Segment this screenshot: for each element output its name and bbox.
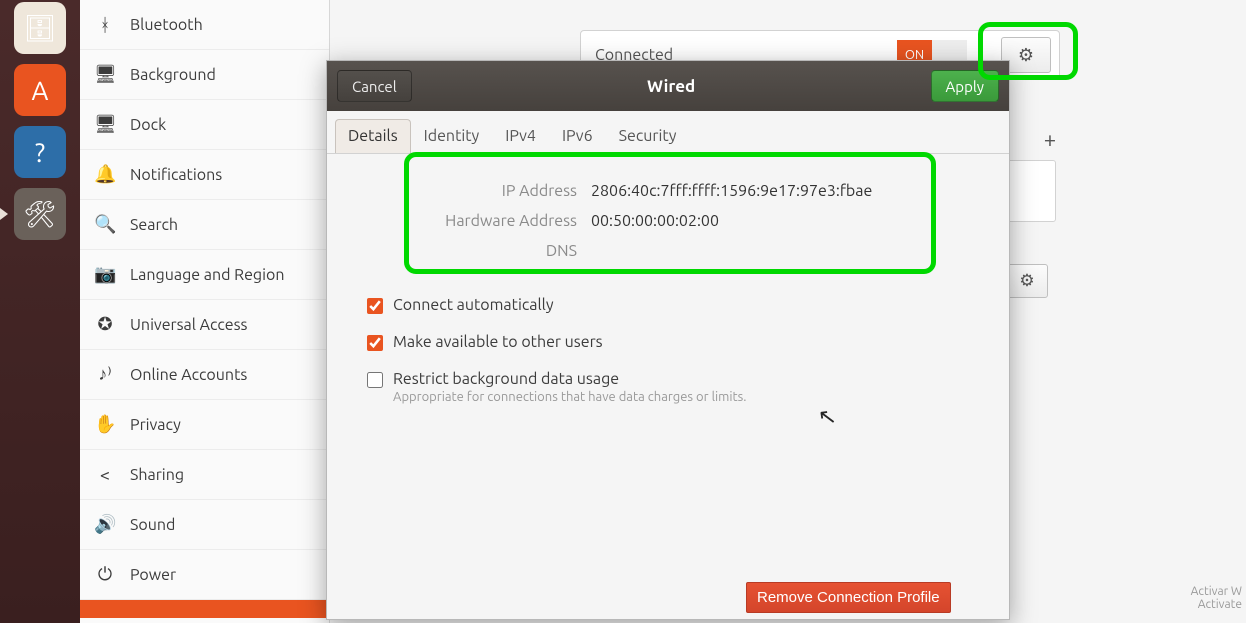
secondary-gear-button[interactable]: ⚙: [1006, 264, 1048, 298]
tab-details[interactable]: Details: [335, 119, 411, 153]
store-icon: A: [32, 76, 49, 105]
sidebar-item-power[interactable]: ⏻ Power: [80, 550, 329, 600]
check-restrict-sub: Appropriate for connections that have da…: [393, 390, 746, 404]
hw-row: Hardware Address 00:50:00:00:02:00: [427, 212, 981, 230]
sidebar-item-language[interactable]: 📷 Language and Region: [80, 250, 329, 300]
check-restrict-box[interactable]: [367, 372, 383, 388]
sidebar-item-universal-access[interactable]: ✪ Universal Access: [80, 300, 329, 350]
gear-icon: ⚙: [1019, 271, 1034, 291]
dock-icon: 🖥: [94, 114, 116, 135]
check-connect-auto[interactable]: Connect automatically: [363, 296, 1009, 317]
remove-connection-button[interactable]: Remove Connection Profile: [746, 582, 951, 613]
sidebar-item-label: Universal Access: [130, 316, 248, 334]
tab-security[interactable]: Security: [606, 119, 690, 153]
dialog-tabs: Details Identity IPv4 IPv6 Security: [327, 111, 1009, 154]
bluetooth-icon: ᚼ: [94, 15, 116, 35]
check-restrict-label: Restrict background data usage Appropria…: [393, 370, 746, 404]
sidebar-item-label: Sharing: [130, 466, 184, 484]
tab-ipv4[interactable]: IPv4: [492, 119, 549, 153]
power-icon: ⏻: [94, 564, 116, 585]
universal-access-icon: ✪: [94, 314, 116, 335]
hw-value: 00:50:00:00:02:00: [591, 212, 719, 230]
ip-value: 2806:40c:7fff:ffff:1596:9e17:97e3:fbae: [591, 182, 872, 200]
dialog-header: Cancel Wired Apply: [327, 61, 1009, 111]
sidebar-item-label: Dock: [130, 116, 166, 134]
ip-row: IP Address 2806:40c:7fff:ffff:1596:9e17:…: [427, 182, 981, 200]
sidebar-item-bluetooth[interactable]: ᚼ Bluetooth: [80, 0, 329, 50]
sidebar-item-dock[interactable]: 🖥 Dock: [80, 100, 329, 150]
launcher-files[interactable]: 🗄: [14, 2, 66, 54]
launcher-help[interactable]: ?: [14, 126, 66, 178]
add-connection-button[interactable]: +: [1035, 126, 1065, 156]
sidebar-item-label: Privacy: [130, 416, 181, 434]
cancel-button[interactable]: Cancel: [337, 70, 412, 102]
sharing-icon: <: [94, 465, 116, 485]
settings-icon: 🛠: [23, 199, 56, 230]
sidebar-item-label: Sound: [130, 516, 175, 534]
sidebar-item-sound[interactable]: 🔊 Sound: [80, 500, 329, 550]
sidebar-item-active-highlight: [80, 600, 329, 618]
ip-label: IP Address: [427, 182, 577, 200]
sound-icon: 🔊: [94, 514, 116, 535]
launcher-settings[interactable]: 🛠: [14, 188, 66, 240]
language-icon: 📷: [94, 264, 116, 285]
sidebar-item-background[interactable]: 🖥 Background: [80, 50, 329, 100]
settings-sidebar: ᚼ Bluetooth 🖥 Background 🖥 Dock 🔔 Notificati…: [80, 0, 330, 623]
online-accounts-icon: ♪⁾: [94, 364, 116, 385]
bell-icon: 🔔: [94, 164, 116, 185]
background-icon: 🖥: [94, 64, 116, 85]
sidebar-item-label: Background: [130, 66, 216, 84]
sidebar-item-label: Bluetooth: [130, 16, 203, 34]
search-icon: 🔍: [94, 214, 116, 235]
launcher-store[interactable]: A: [14, 64, 66, 116]
dns-row: DNS: [427, 242, 981, 260]
apply-button[interactable]: Apply: [931, 70, 999, 102]
help-icon: ?: [35, 138, 45, 167]
sidebar-item-search[interactable]: 🔍 Search: [80, 200, 329, 250]
tab-identity[interactable]: Identity: [411, 119, 493, 153]
sidebar-item-label: Notifications: [130, 166, 222, 184]
check-connect-auto-box[interactable]: [367, 298, 383, 314]
checkbox-group: Connect automatically Make available to …: [327, 296, 1009, 420]
check-connect-auto-label: Connect automatically: [393, 296, 554, 314]
sidebar-item-sharing[interactable]: < Sharing: [80, 450, 329, 500]
secondary-card: [1006, 160, 1056, 222]
gear-icon: ⚙: [1018, 45, 1034, 66]
privacy-icon: ✋: [94, 414, 116, 435]
dns-label: DNS: [427, 242, 577, 260]
check-share-label: Make available to other users: [393, 333, 603, 351]
check-share[interactable]: Make available to other users: [363, 333, 1009, 354]
sidebar-item-label: Power: [130, 566, 176, 584]
unity-launcher: 🗄 A ? 🛠: [0, 0, 80, 623]
files-icon: 🗄: [23, 13, 56, 44]
dialog-title: Wired: [412, 77, 931, 96]
tab-ipv6[interactable]: IPv6: [549, 119, 606, 153]
sidebar-item-label: Language and Region: [130, 266, 285, 284]
connection-dialog: Cancel Wired Apply Details Identity IPv4…: [326, 60, 1010, 620]
sidebar-item-label: Search: [130, 216, 178, 234]
check-share-box[interactable]: [367, 335, 383, 351]
sidebar-item-online-accounts[interactable]: ♪⁾ Online Accounts: [80, 350, 329, 400]
sidebar-item-notifications[interactable]: 🔔 Notifications: [80, 150, 329, 200]
hw-label: Hardware Address: [427, 212, 577, 230]
activation-watermark: Activar WActivate: [1191, 585, 1242, 611]
sidebar-item-privacy[interactable]: ✋ Privacy: [80, 400, 329, 450]
sidebar-item-label: Online Accounts: [130, 366, 247, 384]
details-pane: IP Address 2806:40c:7fff:ffff:1596:9e17:…: [327, 154, 1009, 272]
check-restrict[interactable]: Restrict background data usage Appropria…: [363, 370, 1009, 404]
